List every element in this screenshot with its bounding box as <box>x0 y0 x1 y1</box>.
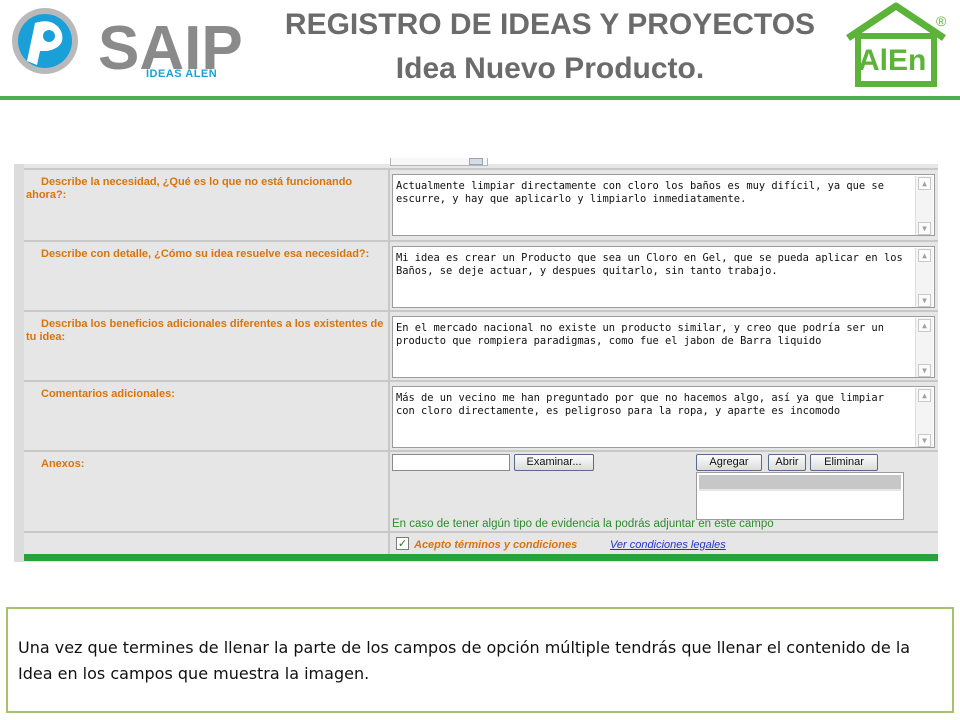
form-row-value-cell: Mi idea es crear un Producto que sea un … <box>392 242 938 310</box>
textarea-scrollbar[interactable]: ▲ ▼ <box>915 248 933 307</box>
solution-label: Describe con detalle, ¿Cómo su idea resu… <box>41 248 370 260</box>
scroll-up-arrow-icon[interactable]: ▲ <box>918 249 931 262</box>
textarea-scrollbar[interactable]: ▲ ▼ <box>915 318 933 377</box>
form-row-value-cell: Examinar... Agregar Abrir Eliminar En ca… <box>392 452 938 531</box>
scroll-up-arrow-icon[interactable]: ▲ <box>918 319 931 332</box>
form-row-solution: Describe con detalle, ¿Cómo su idea resu… <box>24 240 938 310</box>
accept-terms-label[interactable]: Acepto términos y condiciones <box>414 539 577 551</box>
form-row-comments: Comentarios adicionales: Más de un vecin… <box>24 380 938 450</box>
form-row-value-cell: Más de un vecino me han preguntado por q… <box>392 382 938 450</box>
browse-button[interactable]: Examinar... <box>514 454 594 471</box>
legal-conditions-link[interactable]: Ver condiciones legales <box>610 539 726 551</box>
dropdown-arrow-icon[interactable] <box>469 158 483 165</box>
attachments-listbox[interactable] <box>696 472 904 520</box>
comments-label: Comentarios adicionales: <box>41 388 175 400</box>
form-top-select-stub[interactable] <box>390 158 488 166</box>
header-divider <box>0 96 960 100</box>
attachment-file-input[interactable] <box>392 454 510 471</box>
benefits-textarea[interactable]: En el mercado nacional no existe un prod… <box>392 316 935 378</box>
form-row-value-cell: En el mercado nacional no existe un prod… <box>392 312 938 380</box>
instruction-note-text: Una vez que termines de llenar la parte … <box>18 638 911 683</box>
benefits-label: Describa los beneficios adicionales dife… <box>26 318 384 343</box>
alen-logo-wordmark: AlEn <box>858 44 926 77</box>
scroll-up-arrow-icon[interactable]: ▲ <box>918 389 931 402</box>
form-row-label-cell: Comentarios adicionales: <box>24 382 390 450</box>
scroll-down-arrow-icon[interactable]: ▼ <box>918 364 931 377</box>
form-row-need: Describe la necesidad, ¿Qué es lo que no… <box>24 168 938 240</box>
form-row-label-cell: Describe con detalle, ¿Cómo su idea resu… <box>24 242 390 310</box>
attachments-hint: En caso de tener algún tipo de evidencia… <box>392 518 774 530</box>
form-row-benefits: Describa los beneficios adicionales dife… <box>24 310 938 380</box>
form-row-value-cell: ✓ Acepto términos y condiciones Ver cond… <box>392 533 938 555</box>
open-attachment-button[interactable]: Abrir <box>768 454 806 471</box>
form-row-label-cell <box>24 533 390 555</box>
textarea-scrollbar[interactable]: ▲ ▼ <box>915 176 933 235</box>
textarea-scrollbar[interactable]: ▲ ▼ <box>915 388 933 447</box>
page-subtitle: Idea Nuevo Producto. <box>395 52 705 85</box>
scroll-down-arrow-icon[interactable]: ▼ <box>918 294 931 307</box>
solution-text: Mi idea es crear un Producto que sea un … <box>396 252 903 277</box>
benefits-text: En el mercado nacional no existe un prod… <box>396 322 884 347</box>
alen-logo: AlEn ® <box>846 2 947 87</box>
attachments-label: Anexos: <box>41 458 85 470</box>
alen-registered-mark: ® <box>936 13 947 29</box>
attachments-list-divider <box>699 489 901 491</box>
scroll-down-arrow-icon[interactable]: ▼ <box>918 222 931 235</box>
form-row-label-cell: Anexos: <box>24 452 390 531</box>
form-row-attachments: Anexos: Examinar... Agregar Abrir Elimin… <box>24 450 938 531</box>
accept-terms-checkbox[interactable]: ✓ <box>396 537 409 550</box>
scroll-down-arrow-icon[interactable]: ▼ <box>918 434 931 447</box>
solution-textarea[interactable]: Mi idea es crear un Producto que sea un … <box>392 246 935 308</box>
form-row-terms: ✓ Acepto términos y condiciones Ver cond… <box>24 531 938 555</box>
remove-attachment-button[interactable]: Eliminar <box>810 454 878 471</box>
form-bottom-bar <box>24 554 938 561</box>
instruction-note-box: Una vez que termines de llenar la parte … <box>6 607 954 713</box>
comments-text: Más de un vecino me han preguntado por q… <box>396 392 884 417</box>
need-textarea[interactable]: Actualmente limpiar directamente con clo… <box>392 174 935 236</box>
scroll-up-arrow-icon[interactable]: ▲ <box>918 177 931 190</box>
attachments-list-item[interactable] <box>699 475 901 489</box>
need-text: Actualmente limpiar directamente con clo… <box>396 180 884 205</box>
form-row-label-cell: Describa los beneficios adicionales dife… <box>24 312 390 380</box>
form-row-label-cell: Describe la necesidad, ¿Qué es lo que no… <box>24 170 390 240</box>
need-label: Describe la necesidad, ¿Qué es lo que no… <box>26 176 353 201</box>
form-row-value-cell: Actualmente limpiar directamente con clo… <box>392 170 938 240</box>
saip-logo: SAIP <box>12 8 243 83</box>
page-title: REGISTRO DE IDEAS Y PROYECTOS <box>284 8 816 41</box>
saip-logo-subtitle: IDEAS ALEN <box>146 68 218 80</box>
add-attachment-button[interactable]: Agregar <box>696 454 762 471</box>
comments-textarea[interactable]: Más de un vecino me han preguntado por q… <box>392 386 935 448</box>
